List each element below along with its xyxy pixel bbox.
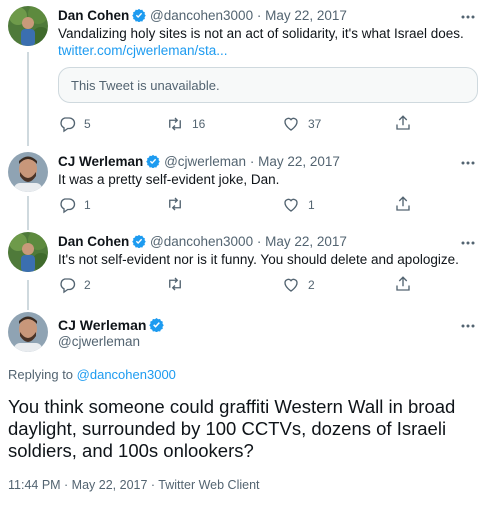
tweet-date[interactable]: May 22, 2017: [265, 8, 347, 23]
avatar[interactable]: [8, 6, 48, 46]
tweet-date[interactable]: May 22, 2017: [265, 234, 347, 249]
tweet-header: Dan Cohen @dancohen3000 · May 22, 2017: [58, 233, 347, 253]
separator: ·: [249, 154, 255, 169]
tweet-meta[interactable]: 11:44 PM · May 22, 2017 · Twitter Web Cl…: [8, 477, 260, 493]
reply-icon: [60, 117, 76, 133]
retweet-count: 16: [192, 117, 206, 131]
reply-icon: [60, 198, 76, 214]
like-icon: [284, 198, 298, 212]
tweet-actions: 2 2: [58, 275, 448, 295]
author-handle[interactable]: @cjwerleman: [164, 154, 246, 169]
like-count: 2: [308, 278, 315, 292]
author-handle[interactable]: @cjwerleman: [58, 333, 140, 351]
avatar[interactable]: [8, 152, 48, 192]
more-icon[interactable]: [458, 154, 478, 172]
reply-icon: [60, 278, 76, 294]
reply-button[interactable]: 5: [58, 114, 91, 134]
tweet-2[interactable]: CJ Werleman @cjwerleman · May 22, 2017 I…: [0, 146, 490, 226]
retweet-icon: [169, 197, 181, 211]
like-icon: [284, 117, 298, 131]
reply-button[interactable]: 2: [58, 275, 91, 295]
tweet-date[interactable]: May 22, 2017: [258, 154, 340, 169]
separator: ·: [256, 8, 262, 23]
replying-prefix: Replying to: [8, 367, 74, 382]
share-button[interactable]: [394, 114, 412, 132]
share-icon: [396, 196, 410, 211]
author-name[interactable]: Dan Cohen: [58, 8, 129, 23]
tweet-1[interactable]: Dan Cohen @dancohen3000 · May 22, 2017 V…: [0, 0, 490, 142]
retweet-icon: [169, 117, 181, 131]
retweet-icon: [169, 277, 181, 291]
replying-to: Replying to @dancohen3000: [8, 367, 176, 383]
reply-button[interactable]: 1: [58, 195, 91, 215]
like-button[interactable]: 1: [282, 195, 315, 215]
like-icon: [284, 278, 298, 292]
like-count: 37: [308, 117, 322, 131]
verified-badge-icon: [149, 317, 165, 336]
share-button[interactable]: [394, 275, 412, 293]
author-handle[interactable]: @dancohen3000: [150, 8, 253, 23]
share-icon: [396, 276, 410, 291]
author-name[interactable]: CJ Werleman: [58, 154, 143, 169]
replying-handle-link[interactable]: @dancohen3000: [77, 367, 176, 382]
quoted-tweet-unavailable: This Tweet is unavailable.: [58, 67, 478, 103]
like-button[interactable]: 37: [282, 114, 321, 134]
tweet-text: It was a pretty self-evident joke, Dan.: [58, 172, 280, 187]
share-icon: [396, 115, 410, 130]
tweet-3[interactable]: Dan Cohen @dancohen3000 · May 22, 2017 I…: [0, 230, 490, 310]
tweet-link[interactable]: twitter.com/cjwerleman/sta...: [58, 42, 478, 59]
like-count: 1: [308, 198, 315, 212]
tweet-actions: 5 16 37: [58, 114, 448, 134]
reply-count: 2: [84, 278, 91, 292]
retweet-button[interactable]: [166, 275, 192, 293]
more-icon[interactable]: [458, 8, 478, 26]
tweet-text: It's not self-evident nor is it funny. Y…: [58, 252, 459, 267]
tweet-header: CJ Werleman @cjwerleman · May 22, 2017: [58, 153, 340, 173]
tweet-text-line: Vandalizing holy sites is not an act of …: [58, 26, 464, 41]
like-button[interactable]: 2: [282, 275, 315, 295]
more-icon[interactable]: [458, 234, 478, 252]
tweet-text: Vandalizing holy sites is not an act of …: [58, 25, 478, 59]
author-name-text[interactable]: CJ Werleman: [58, 317, 146, 333]
share-button[interactable]: [394, 195, 412, 213]
retweet-button[interactable]: 16: [166, 114, 205, 134]
separator: ·: [256, 234, 262, 249]
avatar[interactable]: [8, 232, 48, 272]
main-tweet-text: You think someone could graffiti Western…: [8, 396, 456, 461]
more-icon[interactable]: [458, 317, 478, 335]
retweet-button[interactable]: [166, 195, 192, 213]
reply-count: 1: [84, 198, 91, 212]
tweet-actions: 1 1: [58, 195, 448, 215]
tweet-header: Dan Cohen @dancohen3000 · May 22, 2017: [58, 7, 347, 27]
author-name[interactable]: Dan Cohen: [58, 234, 129, 249]
avatar[interactable]: [8, 312, 48, 352]
author-handle[interactable]: @dancohen3000: [150, 234, 253, 249]
reply-count: 5: [84, 117, 91, 131]
